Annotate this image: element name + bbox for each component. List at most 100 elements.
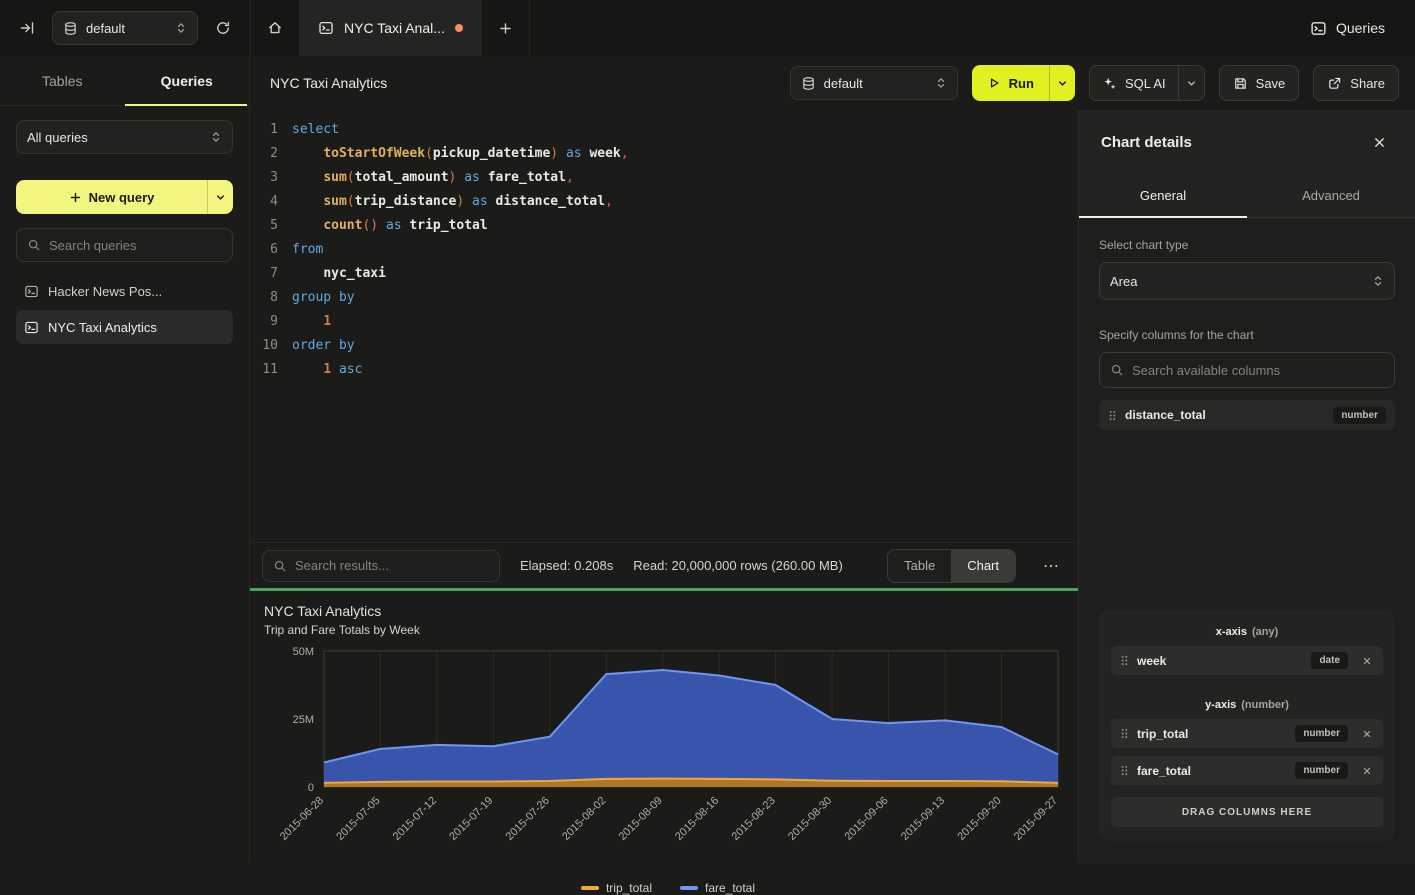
column-type-badge: number bbox=[1295, 762, 1348, 779]
search-icon bbox=[1110, 363, 1124, 377]
y-axis-chip-trip-total[interactable]: trip_total number bbox=[1111, 719, 1383, 748]
topbar-left: default bbox=[0, 11, 250, 45]
column-type-badge: number bbox=[1333, 407, 1386, 424]
refresh-button[interactable] bbox=[208, 13, 238, 43]
sidebar-tab-queries[interactable]: Queries bbox=[125, 56, 250, 105]
line-number: 9 bbox=[250, 310, 278, 334]
collapse-sidebar-button[interactable] bbox=[12, 13, 42, 43]
line-number: 6 bbox=[250, 238, 278, 262]
x-axis-chip-week[interactable]: week date bbox=[1111, 646, 1383, 675]
line-number: 7 bbox=[250, 262, 278, 286]
save-icon bbox=[1233, 76, 1248, 91]
rows-read: Read: 20,000,000 rows (260.00 MB) bbox=[633, 558, 843, 573]
search-columns-input[interactable] bbox=[1132, 363, 1384, 378]
database-selector[interactable]: default bbox=[52, 11, 198, 45]
line-number: 11 bbox=[250, 358, 278, 382]
code-line[interactable]: 3 sum(total_amount) as fare_total, bbox=[250, 166, 1078, 190]
y-axis-chip-fare-total[interactable]: fare_total number bbox=[1111, 756, 1383, 785]
query-list-item-hacker-news[interactable]: Hacker News Pos... bbox=[16, 274, 233, 308]
svg-text:25M: 25M bbox=[293, 714, 314, 726]
chart-details-panel: Chart details General Advanced Select ch… bbox=[1078, 110, 1415, 863]
share-label: Share bbox=[1350, 76, 1385, 91]
chart-type-value: Area bbox=[1110, 274, 1364, 289]
code-text: toStartOfWeek(pickup_datetime) as week, bbox=[278, 142, 629, 166]
query-filter-value: All queries bbox=[27, 130, 202, 145]
new-query-button[interactable]: New query bbox=[16, 180, 207, 214]
run-database-selector[interactable]: default bbox=[790, 66, 958, 100]
more-options-button[interactable]: ⋯ bbox=[1036, 551, 1066, 581]
svg-text:2015-09-27: 2015-09-27 bbox=[1012, 795, 1060, 843]
new-query-caret-button[interactable] bbox=[207, 180, 233, 214]
chart-type-label: Select chart type bbox=[1099, 238, 1395, 252]
close-panel-button[interactable] bbox=[1365, 128, 1393, 156]
code-text: group by bbox=[278, 286, 355, 310]
save-button[interactable]: Save bbox=[1219, 65, 1300, 101]
sidebar-tab-tables[interactable]: Tables bbox=[0, 56, 125, 105]
tab-label: NYC Taxi Anal... bbox=[344, 20, 445, 36]
code-line[interactable]: 6from bbox=[250, 238, 1078, 262]
svg-text:0: 0 bbox=[308, 782, 314, 794]
sql-ai-button[interactable]: SQL AI bbox=[1090, 66, 1178, 100]
code-line[interactable]: 5 count() as trip_total bbox=[250, 214, 1078, 238]
queries-button-label: Queries bbox=[1336, 20, 1385, 36]
svg-text:2015-08-23: 2015-08-23 bbox=[730, 795, 778, 843]
view-chart-button[interactable]: Chart bbox=[951, 550, 1015, 582]
code-text: from bbox=[278, 238, 323, 262]
query-icon bbox=[24, 320, 39, 335]
remove-column-button[interactable] bbox=[1360, 654, 1374, 668]
run-options-caret[interactable] bbox=[1049, 65, 1075, 101]
sidebar-tabs: Tables Queries bbox=[0, 56, 249, 106]
tab-general[interactable]: General bbox=[1079, 174, 1247, 217]
sql-editor[interactable]: 1select2 toStartOfWeek(pickup_datetime) … bbox=[250, 110, 1078, 488]
close-icon bbox=[1372, 135, 1387, 150]
svg-text:2015-08-09: 2015-08-09 bbox=[617, 795, 665, 843]
share-button[interactable]: Share bbox=[1313, 65, 1399, 101]
new-tab-button[interactable] bbox=[482, 0, 530, 56]
remove-column-button[interactable] bbox=[1360, 727, 1374, 741]
column-type-badge: date bbox=[1311, 652, 1348, 669]
svg-text:2015-07-05: 2015-07-05 bbox=[334, 795, 382, 843]
svg-text:2015-09-20: 2015-09-20 bbox=[955, 795, 1003, 843]
column-chip-distance-total[interactable]: distance_total number bbox=[1099, 400, 1395, 430]
code-line[interactable]: 9 1 bbox=[250, 310, 1078, 334]
column-name: distance_total bbox=[1125, 408, 1206, 422]
code-line[interactable]: 4 sum(trip_distance) as distance_total, bbox=[250, 190, 1078, 214]
line-number: 1 bbox=[250, 118, 278, 142]
code-line[interactable]: 2 toStartOfWeek(pickup_datetime) as week… bbox=[250, 142, 1078, 166]
x-axis-header: x-axis (any) bbox=[1111, 626, 1383, 638]
drag-handle-icon bbox=[1108, 409, 1117, 422]
svg-text:2015-09-13: 2015-09-13 bbox=[899, 795, 947, 843]
svg-text:2015-07-12: 2015-07-12 bbox=[391, 795, 439, 843]
query-filter-select[interactable]: All queries bbox=[16, 120, 233, 154]
code-line[interactable]: 8group by bbox=[250, 286, 1078, 310]
tab-home[interactable] bbox=[250, 0, 300, 56]
legend-item[interactable]: fare_total bbox=[680, 881, 755, 895]
results-toolbar: Elapsed: 0.208s Read: 20,000,000 rows (2… bbox=[250, 542, 1078, 588]
remove-column-button[interactable] bbox=[1360, 764, 1374, 778]
code-line[interactable]: 7 nyc_taxi bbox=[250, 262, 1078, 286]
code-line[interactable]: 11 1 asc bbox=[250, 358, 1078, 382]
queries-button[interactable]: Queries bbox=[1298, 10, 1397, 46]
code-line[interactable]: 10order by bbox=[250, 334, 1078, 358]
code-text: nyc_taxi bbox=[278, 262, 386, 286]
chart-type-select[interactable]: Area bbox=[1099, 262, 1395, 300]
search-queries-input[interactable] bbox=[49, 238, 222, 253]
search-results-input[interactable] bbox=[295, 558, 489, 573]
query-item-label: Hacker News Pos... bbox=[48, 284, 162, 299]
code-text: sum(total_amount) as fare_total, bbox=[278, 166, 574, 190]
legend-item[interactable]: trip_total bbox=[581, 881, 652, 895]
queries-icon bbox=[1310, 20, 1327, 37]
tab-nyc-taxi-analytics[interactable]: NYC Taxi Anal... bbox=[300, 0, 482, 56]
query-list-item-nyc-taxi[interactable]: NYC Taxi Analytics bbox=[16, 310, 233, 344]
run-button[interactable]: Run bbox=[972, 65, 1049, 101]
close-icon bbox=[1362, 729, 1372, 739]
results-chart: 025M50M2015-06-282015-07-052015-07-12201… bbox=[264, 643, 1072, 881]
tab-advanced[interactable]: Advanced bbox=[1247, 174, 1415, 217]
code-line[interactable]: 1select bbox=[250, 118, 1078, 142]
sql-ai-caret[interactable] bbox=[1178, 66, 1204, 100]
sparkles-icon bbox=[1102, 76, 1117, 91]
chart-subtitle: Trip and Fare Totals by Week bbox=[264, 623, 1072, 637]
drag-columns-drop-zone[interactable]: DRAG COLUMNS HERE bbox=[1111, 797, 1383, 827]
legend-label: trip_total bbox=[606, 881, 652, 895]
view-table-button[interactable]: Table bbox=[888, 550, 951, 582]
